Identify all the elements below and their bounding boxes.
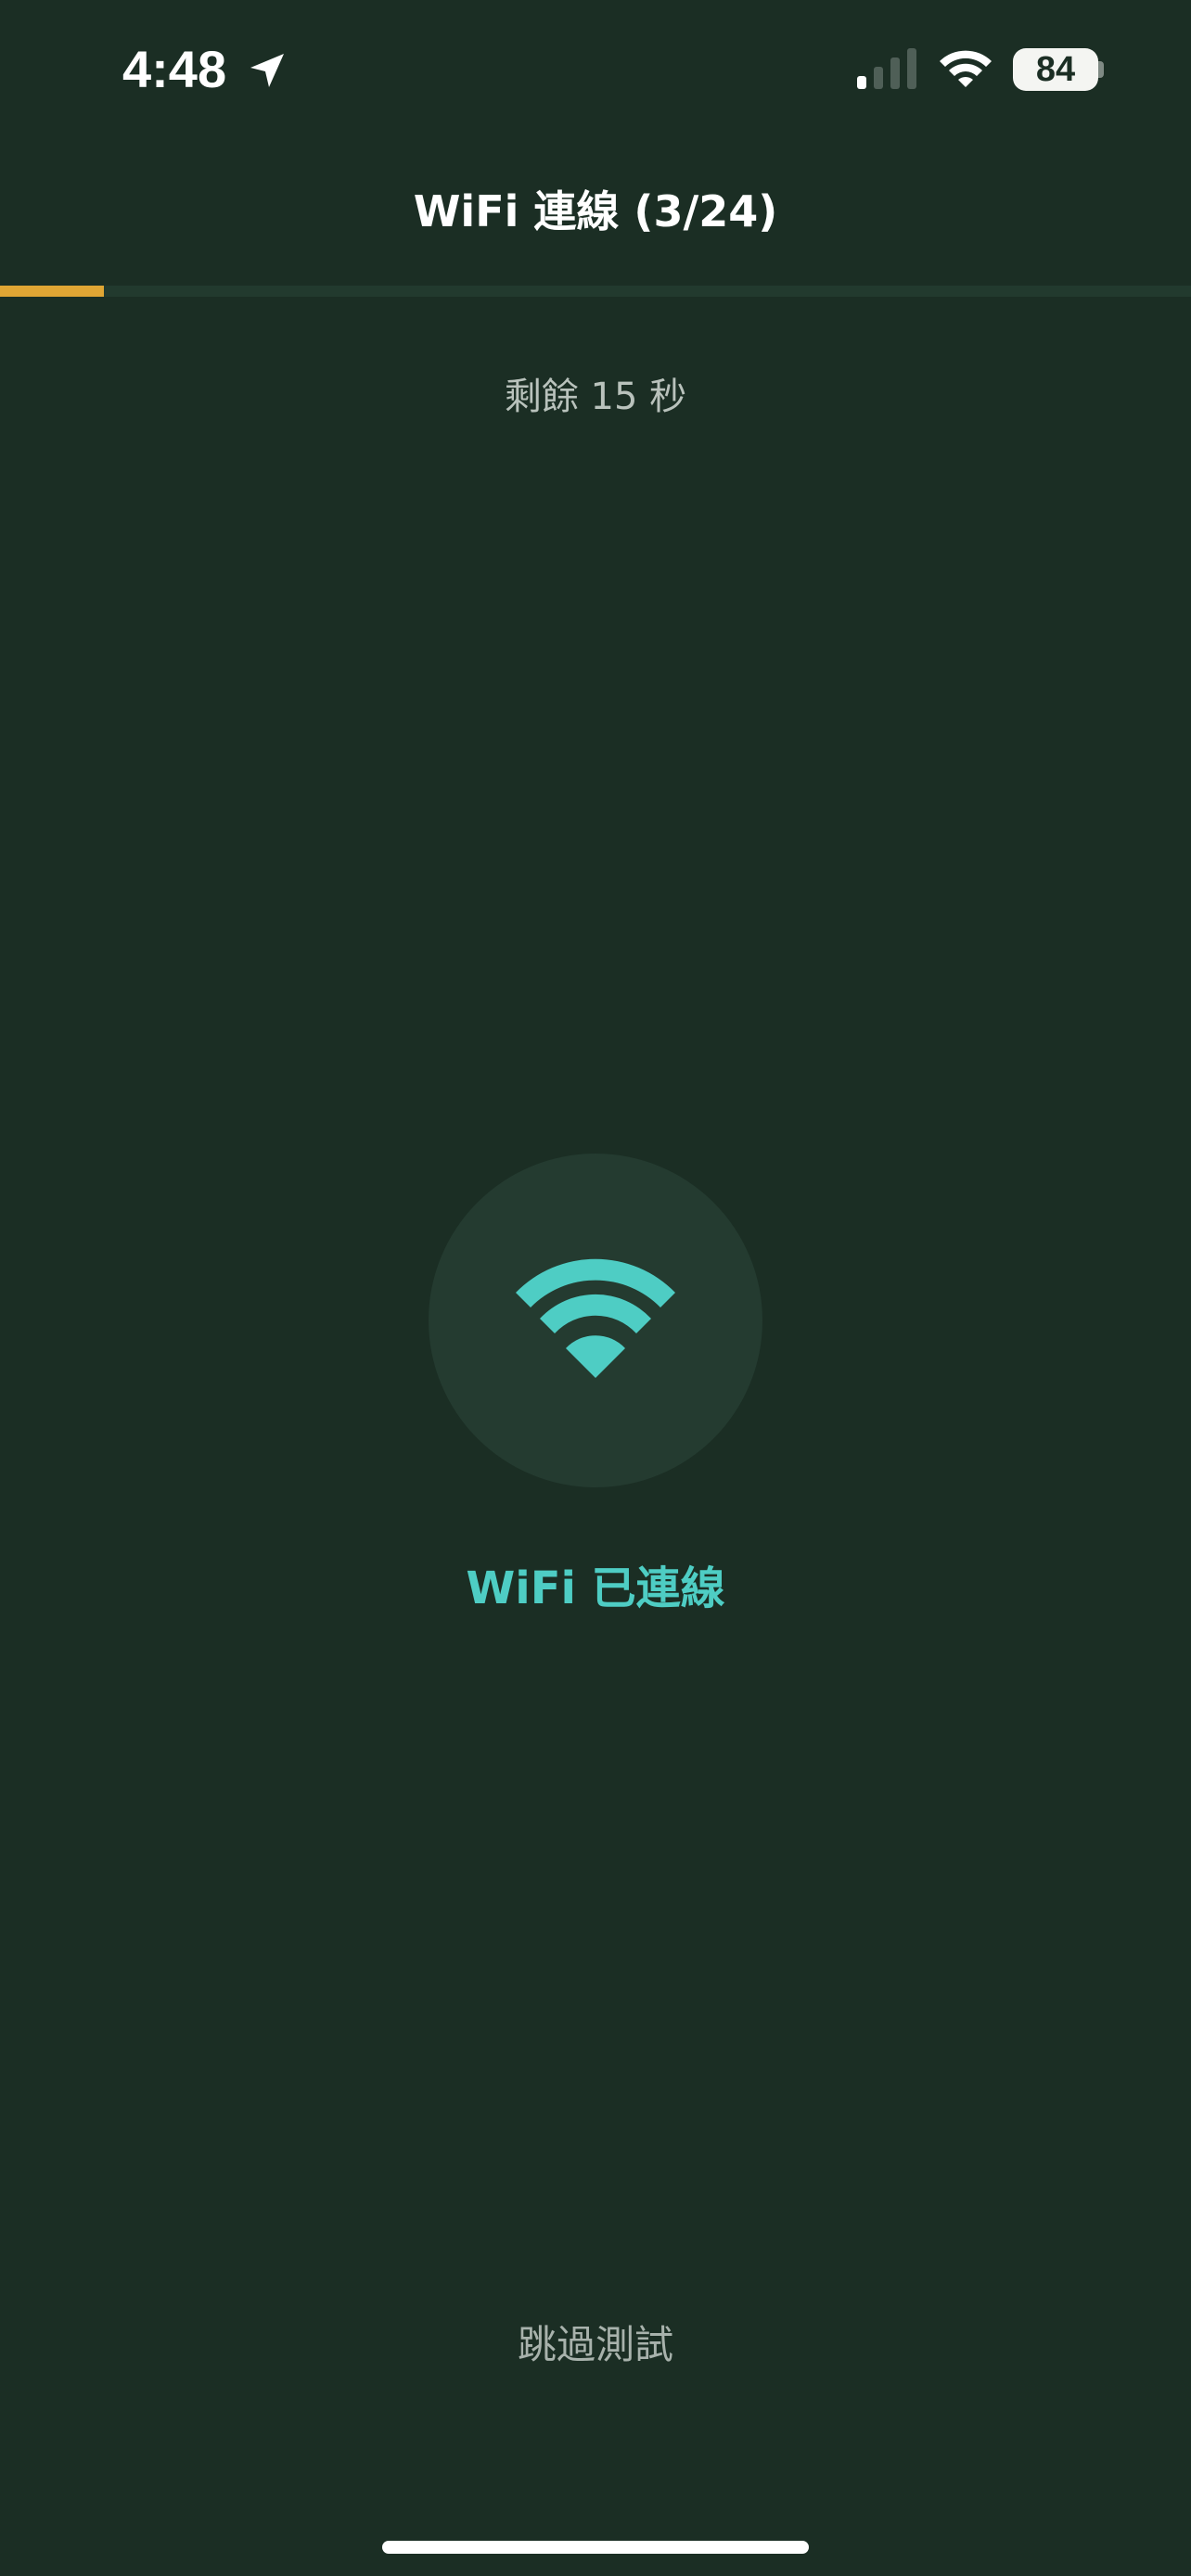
cellular-signal-icon xyxy=(857,48,916,89)
countdown-text: 剩餘 15 秒 xyxy=(504,376,687,418)
wifi-status-circle xyxy=(429,1154,762,1487)
location-arrow-icon xyxy=(250,54,284,87)
battery-icon: 84 xyxy=(1013,48,1098,91)
wifi-test-screen: 4:48 84 WiFi 連線 (3/24) 剩餘 15 秒 WiFi 已連線 … xyxy=(0,0,1191,2576)
wifi-icon xyxy=(940,50,992,87)
page-title: WiFi 連線 (3/24) xyxy=(413,186,778,236)
battery-tip xyxy=(1098,61,1104,78)
connection-status-label: WiFi 已連線 xyxy=(466,1562,725,1614)
wifi-icon xyxy=(516,1258,675,1378)
home-indicator[interactable] xyxy=(382,2541,809,2554)
status-time: 4:48 xyxy=(122,40,227,98)
skip-test-button[interactable]: 跳過測試 xyxy=(456,2313,735,2378)
progress-bar xyxy=(0,286,1191,297)
progress-fill xyxy=(0,286,104,297)
battery-level: 84 xyxy=(1035,50,1076,89)
